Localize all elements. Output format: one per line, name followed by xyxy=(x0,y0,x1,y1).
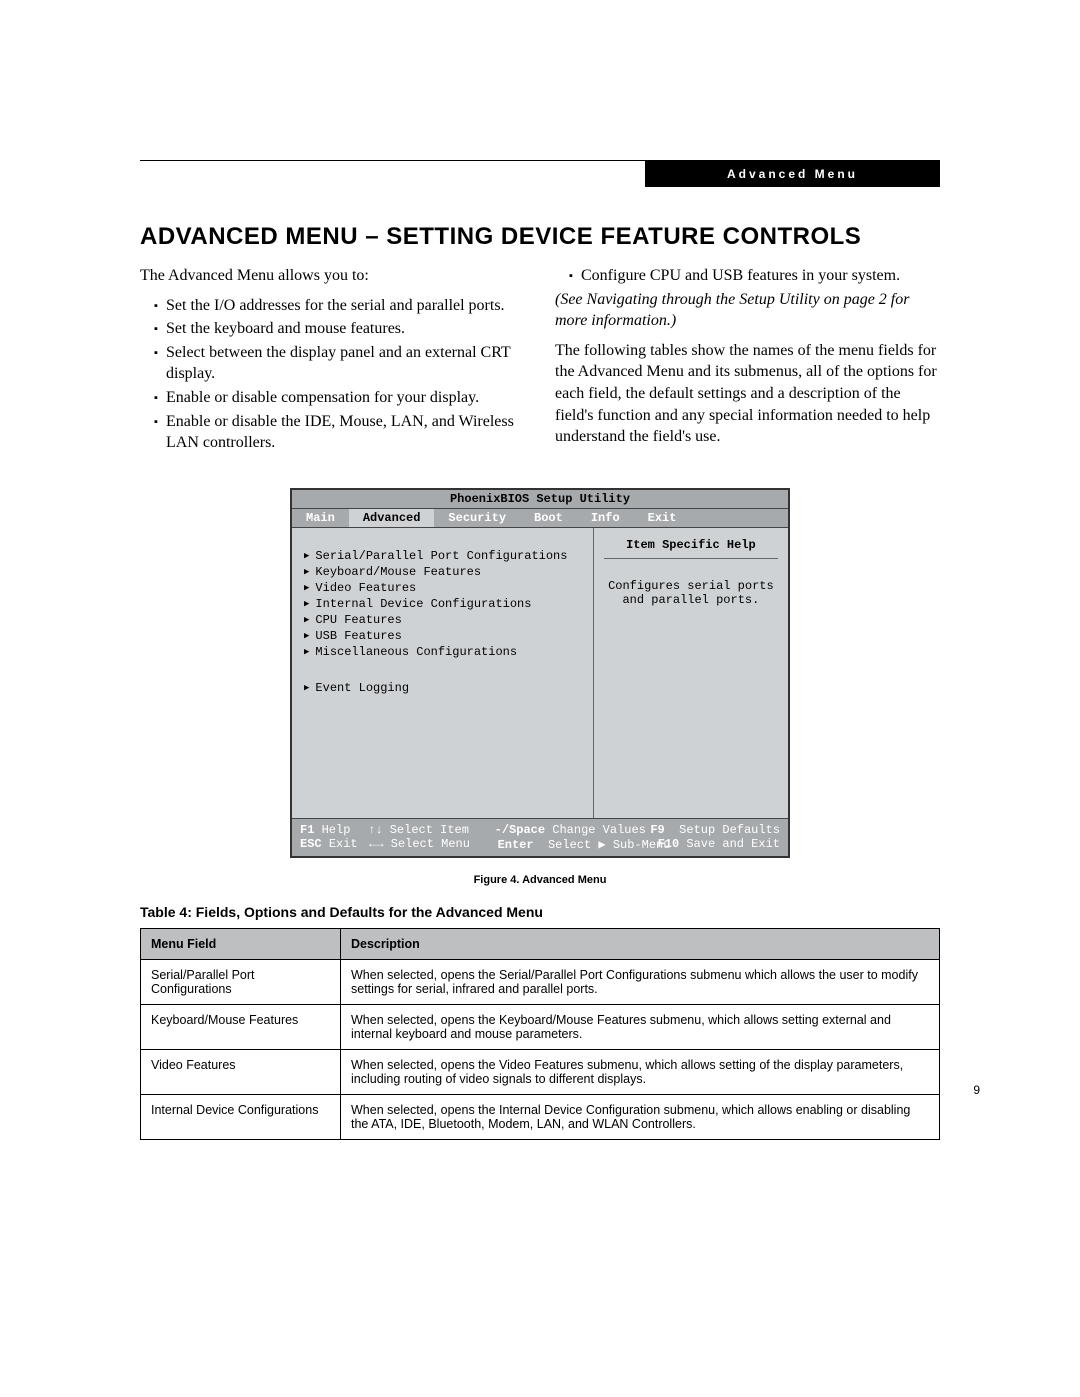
list-item: Select between the display panel and an … xyxy=(154,342,525,385)
table-row: Keyboard/Mouse Features When selected, o… xyxy=(141,1004,940,1049)
table-cell-desc: When selected, opens the Internal Device… xyxy=(341,1094,940,1139)
key-f1: F1 xyxy=(300,823,314,837)
bios-tab-security: Security xyxy=(434,509,520,527)
bios-tab-exit: Exit xyxy=(634,509,691,527)
key-f9: F9 xyxy=(650,823,664,837)
bios-item-label: Keyboard/Mouse Features xyxy=(315,565,481,579)
table-title: Table 4: Fields, Options and Defaults fo… xyxy=(140,904,940,920)
table-cell-desc: When selected, opens the Keyboard/Mouse … xyxy=(341,1004,940,1049)
bullet-list-left: Set the I/O addresses for the serial and… xyxy=(140,295,525,454)
triangle-icon: ▶ xyxy=(304,599,309,609)
bios-item: ▶ Keyboard/Mouse Features xyxy=(304,564,583,580)
list-item: Set the I/O addresses for the serial and… xyxy=(154,295,525,317)
bios-item: ▶ Event Logging xyxy=(304,680,583,696)
bios-screenshot: PhoenixBIOS Setup Utility Main Advanced … xyxy=(290,488,790,858)
bios-item: ▶ Video Features xyxy=(304,580,583,596)
table-cell-field: Video Features xyxy=(141,1049,341,1094)
footer-save-exit: Save and Exit xyxy=(686,837,780,851)
table-cell-field: Serial/Parallel Port Configurations xyxy=(141,959,341,1004)
figure-caption: Figure 4. Advanced Menu xyxy=(140,874,940,886)
header-band: Advanced Menu xyxy=(140,161,940,187)
bios-item-label: Miscellaneous Configurations xyxy=(315,645,517,659)
footer-select-submenu: Select ▶ Sub-Menu xyxy=(548,838,670,852)
footer-setup-defaults: Setup Defaults xyxy=(679,823,780,837)
bios-tab-row: Main Advanced Security Boot Info Exit xyxy=(292,509,788,528)
bios-item: ▶ Serial/Parallel Port Configurations xyxy=(304,548,583,564)
bios-title: PhoenixBIOS Setup Utility xyxy=(292,490,788,509)
bios-help-text-line: Configures serial ports xyxy=(604,579,778,593)
bios-item: ▶ USB Features xyxy=(304,628,583,644)
triangle-icon: ▶ xyxy=(304,615,309,625)
bios-tab-boot: Boot xyxy=(520,509,577,527)
table-cell-desc: When selected, opens the Video Features … xyxy=(341,1049,940,1094)
list-item: Enable or disable compensation for your … xyxy=(154,387,525,409)
list-item: Enable or disable the IDE, Mouse, LAN, a… xyxy=(154,411,525,454)
list-item: Set the keyboard and mouse features. xyxy=(154,318,525,340)
bios-item-label: Event Logging xyxy=(315,681,409,695)
bios-item-label: USB Features xyxy=(315,629,401,643)
arrows-leftright-icon: ←→ xyxy=(369,837,383,851)
bios-body: ▶ Serial/Parallel Port Configurations ▶ … xyxy=(292,528,788,818)
table-header-desc: Description xyxy=(341,928,940,959)
right-column: Configure CPU and USB features in your s… xyxy=(555,265,940,456)
triangle-icon: ▶ xyxy=(304,631,309,641)
key-esc: ESC xyxy=(300,837,322,851)
bios-item-label: Video Features xyxy=(315,581,416,595)
header-box: Advanced Menu xyxy=(645,161,940,187)
footer-help-label: Help xyxy=(322,823,351,837)
table-header-field: Menu Field xyxy=(141,928,341,959)
triangle-icon: ▶ xyxy=(304,683,309,693)
table-row: Video Features When selected, opens the … xyxy=(141,1049,940,1094)
bios-item-label: CPU Features xyxy=(315,613,401,627)
footer-change-values: Change Values xyxy=(552,823,646,837)
table-cell-field: Keyboard/Mouse Features xyxy=(141,1004,341,1049)
footer-exit-label: Exit xyxy=(329,837,358,851)
bios-help-title: Item Specific Help xyxy=(604,538,778,559)
menu-table: Menu Field Description Serial/Parallel P… xyxy=(140,928,940,1140)
bios-item: ▶ Internal Device Configurations xyxy=(304,596,583,612)
triangle-icon: ▶ xyxy=(304,567,309,577)
bios-help-panel: Item Specific Help Configures serial por… xyxy=(593,528,788,818)
right-paragraph: The following tables show the names of t… xyxy=(555,340,940,448)
intro-text: The Advanced Menu allows you to: xyxy=(140,265,525,287)
list-item: Configure CPU and USB features in your s… xyxy=(569,265,940,287)
arrows-updown-icon: ↑↓ xyxy=(368,823,382,837)
table-cell-desc: When selected, opens the Serial/Parallel… xyxy=(341,959,940,1004)
triangle-icon: ▶ xyxy=(304,583,309,593)
bios-item-label: Serial/Parallel Port Configurations xyxy=(315,549,567,563)
bios-tab-main: Main xyxy=(292,509,349,527)
page-number: 9 xyxy=(973,1083,980,1097)
bios-item-label: Internal Device Configurations xyxy=(315,597,531,611)
page-title: ADVANCED MENU – SETTING DEVICE FEATURE C… xyxy=(140,223,940,251)
bullet-list-right: Configure CPU and USB features in your s… xyxy=(555,265,940,287)
bios-footer: F1 Help ↑↓ Select Item -/Space Change Va… xyxy=(292,818,788,856)
table-cell-field: Internal Device Configurations xyxy=(141,1094,341,1139)
intro-columns: The Advanced Menu allows you to: Set the… xyxy=(140,265,940,456)
bios-item: ▶ Miscellaneous Configurations xyxy=(304,644,583,660)
bios-window: PhoenixBIOS Setup Utility Main Advanced … xyxy=(290,488,790,858)
key-enter: Enter xyxy=(498,838,534,852)
bios-left-panel: ▶ Serial/Parallel Port Configurations ▶ … xyxy=(292,528,593,818)
triangle-icon: ▶ xyxy=(304,647,309,657)
footer-select-item: Select Item xyxy=(390,823,469,837)
bios-tab-advanced: Advanced xyxy=(349,509,435,527)
bios-tab-info: Info xyxy=(577,509,634,527)
bios-item: ▶ CPU Features xyxy=(304,612,583,628)
see-navigating-note: (See Navigating through the Setup Utilit… xyxy=(555,289,940,332)
bios-help-text-line: and parallel ports. xyxy=(604,593,778,607)
key-minus-space: -/Space xyxy=(495,823,545,837)
left-column: The Advanced Menu allows you to: Set the… xyxy=(140,265,525,456)
table-row: Internal Device Configurations When sele… xyxy=(141,1094,940,1139)
footer-select-menu: Select Menu xyxy=(391,837,470,851)
table-row: Serial/Parallel Port Configurations When… xyxy=(141,959,940,1004)
key-f10: F10 xyxy=(658,837,680,851)
triangle-icon: ▶ xyxy=(304,551,309,561)
